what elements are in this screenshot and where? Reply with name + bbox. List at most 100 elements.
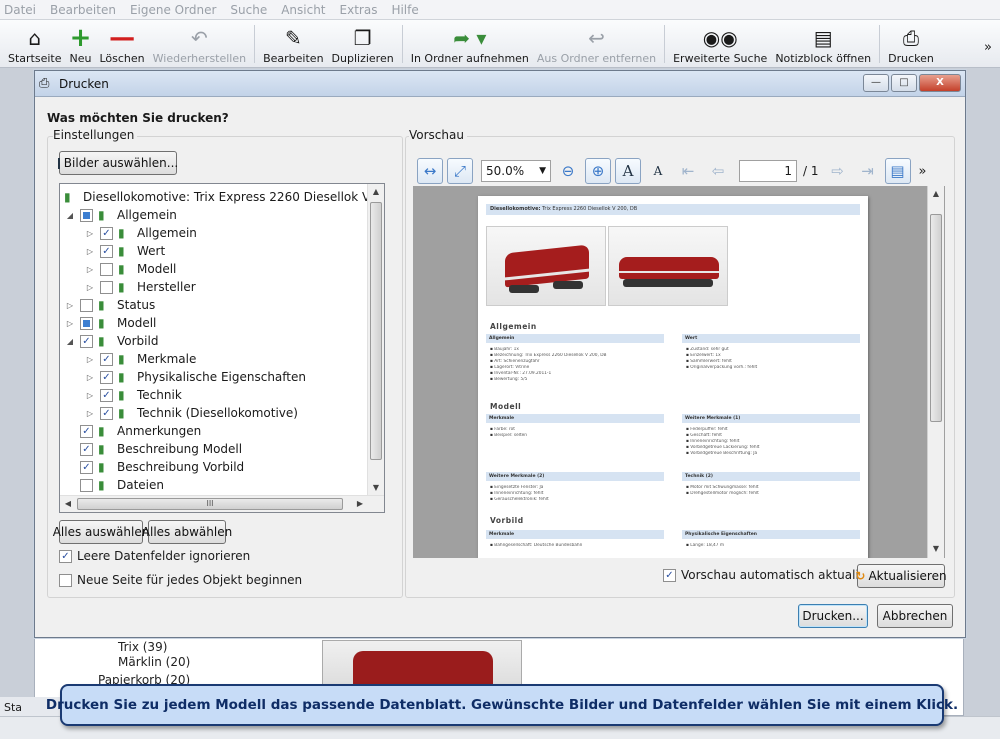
in-ordner-button[interactable]: ➦ ▾ In Ordner aufnehmen — [407, 21, 533, 67]
preview-toolbar-overflow[interactable]: » — [919, 164, 927, 179]
refresh-button[interactable]: ↻ Aktualisieren — [855, 564, 947, 588]
tree-item-checkbox[interactable] — [80, 460, 93, 474]
collapsed-triangle-icon[interactable]: ▷ — [84, 373, 96, 382]
erweiterte-suche-button[interactable]: ◉◉ Erweiterte Suche — [669, 21, 771, 67]
cancel-button[interactable]: Abbrechen — [877, 604, 953, 628]
tree-item[interactable]: ▷ ▮ Allgemein — [84, 224, 197, 242]
ignore-empty-checkbox[interactable] — [59, 549, 72, 563]
tree-item[interactable]: ▷ ▮ Technik — [84, 386, 182, 404]
bg-tree-item-trix[interactable]: Trix (39) — [118, 640, 167, 654]
tree-item[interactable]: ▷ ▮ Hersteller — [84, 278, 196, 296]
tree-item[interactable]: ▷ ▮ Status — [64, 296, 155, 314]
collapsed-triangle-icon[interactable]: ▷ — [64, 301, 76, 310]
collapsed-triangle-icon[interactable]: ▷ — [84, 409, 96, 418]
wiederherstellen-button[interactable]: ↶ Wiederherstellen — [149, 21, 250, 67]
menu-hilfe[interactable]: Hilfe — [391, 3, 418, 17]
tree-item-checkbox[interactable] — [80, 208, 93, 222]
menu-extras[interactable]: Extras — [340, 3, 378, 17]
menu-datei[interactable]: Datei — [4, 3, 36, 17]
tree-item[interactable]: ▷ ▮ Modell — [64, 314, 156, 332]
fit-page-button[interactable]: ⤢ — [447, 158, 473, 184]
tree-item[interactable]: ▷ ▮ Wert — [84, 242, 165, 260]
single-page-view-button[interactable]: ▤ — [884, 158, 911, 184]
new-page-option[interactable]: Neue Seite für jedes Objekt beginnen — [59, 573, 302, 587]
tree-item[interactable]: ▮ Beschreibung Modell — [64, 440, 242, 458]
prev-page-button[interactable]: ⇦ — [705, 158, 731, 184]
collapsed-triangle-icon[interactable]: ▷ — [84, 229, 96, 238]
tree-item[interactable]: ◢ ▮ Vorbild — [64, 332, 159, 350]
ignore-empty-option[interactable]: Leere Datenfelder ignorieren — [59, 549, 250, 563]
tree-item[interactable]: ▮ Dateien — [64, 476, 164, 494]
tree-item-checkbox[interactable] — [100, 388, 113, 402]
drucken-toolbar-button[interactable]: ⎙ Drucken — [884, 21, 938, 67]
collapsed-triangle-icon[interactable]: ▷ — [84, 265, 96, 274]
zoom-in-button[interactable]: ⊕ — [585, 158, 611, 184]
tree-horizontal-scrollbar[interactable]: ◀ III ▶ — [60, 495, 384, 512]
loeschen-button[interactable]: — Löschen — [95, 21, 148, 67]
tree-item-checkbox[interactable] — [100, 244, 113, 258]
menu-suche[interactable]: Suche — [230, 3, 267, 17]
zoom-select[interactable]: 50.0% ▼ — [481, 160, 551, 182]
field-tree[interactable]: ▮ Diesellokomotive: Trix Express 2260 Di… — [59, 183, 385, 513]
preview-vertical-scrollbar[interactable]: ▲ ▼ — [927, 186, 944, 558]
menu-eigene-ordner[interactable]: Eigene Ordner — [130, 3, 216, 17]
auto-update-checkbox[interactable] — [663, 568, 676, 582]
deselect-all-button[interactable]: Alles abwählen — [142, 520, 232, 544]
tree-item-checkbox[interactable] — [100, 370, 113, 384]
select-images-button[interactable]: Bilder auswählen... — [57, 151, 178, 175]
notizblock-button[interactable]: ▤ Notizblock öffnen — [771, 21, 875, 67]
menu-ansicht[interactable]: Ansicht — [281, 3, 325, 17]
toolbar-overflow[interactable]: » — [984, 40, 992, 55]
page-number-input[interactable]: 1 — [739, 160, 797, 182]
menu-bearbeiten[interactable]: Bearbeiten — [50, 3, 116, 17]
tree-item[interactable]: ▷ ▮ Modell — [84, 260, 176, 278]
tree-item[interactable]: ▷ ▮ Merkmale — [84, 350, 196, 368]
first-page-button[interactable]: ⇤ — [675, 158, 701, 184]
tree-item-checkbox[interactable] — [100, 226, 113, 240]
tree-item-checkbox[interactable] — [80, 442, 93, 456]
neu-button[interactable]: + Neu — [66, 21, 96, 67]
new-page-checkbox[interactable] — [59, 573, 72, 587]
bearbeiten-button[interactable]: ✎ Bearbeiten — [259, 21, 327, 67]
zoom-out-button[interactable]: ⊖ — [555, 158, 581, 184]
collapsed-triangle-icon[interactable]: ▷ — [84, 283, 96, 292]
print-button[interactable]: Drucken... — [798, 604, 868, 628]
tree-item-checkbox[interactable] — [100, 262, 113, 276]
scroll-down-arrow[interactable]: ▼ — [368, 480, 384, 496]
tree-item-checkbox[interactable] — [100, 352, 113, 366]
scroll-up-arrow[interactable]: ▲ — [368, 184, 384, 200]
scroll-left-arrow[interactable]: ◀ — [60, 496, 76, 512]
startseite-button[interactable]: ⌂ Startseite — [4, 21, 66, 67]
collapsed-triangle-icon[interactable]: ▷ — [84, 355, 96, 364]
preview-scroll-up[interactable]: ▲ — [928, 186, 944, 202]
tree-item-checkbox[interactable] — [80, 316, 93, 330]
tree-item-checkbox[interactable] — [80, 334, 93, 348]
aus-ordner-button[interactable]: ↩ Aus Ordner entfernen — [533, 21, 660, 67]
scroll-thumb-horizontal[interactable]: III — [77, 498, 343, 510]
last-page-button[interactable]: ⇥ — [855, 158, 881, 184]
tree-item[interactable]: ◢ ▮ Allgemein — [64, 206, 177, 224]
tree-item[interactable]: ▮ Anmerkungen — [64, 422, 201, 440]
tree-vertical-scrollbar[interactable]: ▲ ▼ — [367, 184, 384, 497]
fit-width-button[interactable]: ↔ — [417, 158, 443, 184]
tree-root[interactable]: ▮ Diesellokomotive: Trix Express 2260 Di… — [64, 188, 384, 206]
scroll-thumb[interactable] — [370, 202, 382, 460]
tree-item-checkbox[interactable] — [80, 298, 93, 312]
expanded-triangle-icon[interactable]: ◢ — [64, 211, 76, 220]
font-small-button[interactable]: A — [645, 158, 671, 184]
tree-item[interactable]: ▮ Beschreibung Vorbild — [64, 458, 244, 476]
tree-item-checkbox[interactable] — [100, 406, 113, 420]
preview-viewport[interactable]: Diesellokomotive: Trix Express 2260 Dies… — [413, 186, 945, 558]
tree-item-checkbox[interactable] — [100, 280, 113, 294]
scroll-right-arrow[interactable]: ▶ — [352, 496, 368, 512]
tree-item-checkbox[interactable] — [80, 478, 93, 492]
duplizieren-button[interactable]: ❐ Duplizieren — [328, 21, 398, 67]
select-all-button[interactable]: Alles auswählen — [53, 520, 149, 544]
font-large-button[interactable]: A — [615, 158, 641, 184]
close-button[interactable]: X — [919, 74, 961, 92]
minimize-button[interactable]: — — [863, 74, 889, 92]
tree-item[interactable]: ▷ ▮ Technik (Diesellokomotive) — [84, 404, 298, 422]
tree-item[interactable]: ▷ ▮ Physikalische Eigenschaften — [84, 368, 306, 386]
next-page-button[interactable]: ⇨ — [825, 158, 851, 184]
tree-item-checkbox[interactable] — [80, 424, 93, 438]
